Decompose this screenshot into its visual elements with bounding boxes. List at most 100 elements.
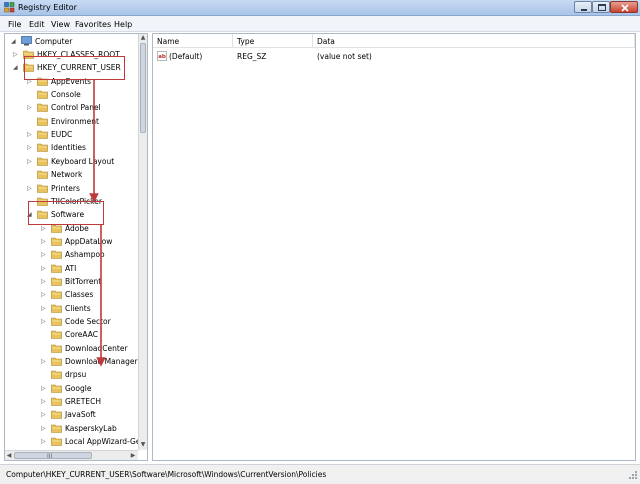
tree-item[interactable]: DownloadCenter xyxy=(5,342,139,355)
tree-item[interactable]: ▷ Keyboard Layout xyxy=(5,155,139,168)
collapsed-arrow-icon[interactable]: ▷ xyxy=(27,158,33,165)
expanded-arrow-icon[interactable]: ◢ xyxy=(11,38,17,45)
tree-item[interactable]: ▷ JavaSoft xyxy=(5,408,139,421)
values-list[interactable]: Name Type Data ab (Default) REG_SZ (valu… xyxy=(152,33,636,461)
scroll-left-icon[interactable]: ◀ xyxy=(5,452,13,460)
tree-item[interactable]: drpsu xyxy=(5,368,139,381)
collapsed-arrow-icon[interactable]: ▷ xyxy=(41,265,47,272)
svg-text:ab: ab xyxy=(158,54,166,60)
tree-item[interactable]: Environment xyxy=(5,115,139,128)
tree-item[interactable]: ▷ GRETECH xyxy=(5,395,139,408)
tree-item[interactable]: ▷ Adobe xyxy=(5,222,139,235)
value-name: (Default) xyxy=(169,52,203,61)
key-tree[interactable]: ◢ Computer ▷ HKEY_CLASSES_ROOT ◢ HKEY_CURRE… xyxy=(4,33,148,461)
tree-item[interactable]: CoreAAC xyxy=(5,328,139,341)
collapsed-arrow-icon[interactable]: ▷ xyxy=(27,144,33,151)
tree-item-computer[interactable]: ◢ Computer xyxy=(5,35,139,48)
expanded-arrow-icon[interactable]: ◢ xyxy=(13,64,19,71)
collapsed-arrow-icon[interactable]: ▷ xyxy=(41,251,47,258)
tree-item[interactable]: ▷ EUDC xyxy=(5,128,139,141)
tree-item[interactable]: ▷ Download Manager xyxy=(5,355,139,368)
tree-item[interactable]: Network xyxy=(5,168,139,181)
folder-icon xyxy=(37,184,48,193)
collapsed-arrow-icon[interactable]: ▷ xyxy=(41,425,47,432)
tree-item-label: Adobe xyxy=(65,223,89,233)
folder-icon xyxy=(37,157,48,166)
collapsed-arrow-icon[interactable]: ▷ xyxy=(41,238,47,245)
tree-item[interactable]: ▷ Classes xyxy=(5,288,139,301)
tree-item[interactable]: ▷ BitTorrent xyxy=(5,275,139,288)
collapsed-arrow-icon[interactable]: ▷ xyxy=(27,78,33,85)
menu-view[interactable]: View xyxy=(51,20,70,29)
resize-grip-icon[interactable] xyxy=(628,470,638,480)
tree-item[interactable]: ◢ Software xyxy=(5,208,139,221)
collapsed-arrow-icon[interactable]: ▷ xyxy=(41,291,47,298)
minimize-button[interactable] xyxy=(574,1,592,13)
tree-item[interactable]: ▷ KasperskyLab xyxy=(5,422,139,435)
tree-vertical-scrollbar[interactable]: ▲ ▼ xyxy=(138,34,147,450)
tree-item[interactable]: ▷ Google xyxy=(5,382,139,395)
menu-help[interactable]: Help xyxy=(114,20,132,29)
tree-item[interactable]: ▷ Code Sector xyxy=(5,315,139,328)
tree-item[interactable]: ▷ Identities xyxy=(5,141,139,154)
tree-item[interactable]: ▷ ATI xyxy=(5,262,139,275)
tree-item[interactable]: ▷ Local AppWizard-Ge xyxy=(5,435,140,448)
collapsed-arrow-icon[interactable]: ▷ xyxy=(41,411,47,418)
collapsed-arrow-icon[interactable]: ▷ xyxy=(41,225,47,232)
scroll-right-icon[interactable]: ▶ xyxy=(129,452,137,460)
collapsed-arrow-icon[interactable]: ▷ xyxy=(13,51,19,58)
collapsed-arrow-icon[interactable]: ▷ xyxy=(27,131,33,138)
column-header-data[interactable]: Data xyxy=(313,34,635,48)
tree-item[interactable]: ▷ Control Panel xyxy=(5,101,139,114)
tree-item[interactable]: ◢ HKEY_CURRENT_USER xyxy=(5,61,139,74)
folder-icon xyxy=(51,371,62,380)
tree-item-label: Classes xyxy=(65,290,94,300)
scroll-thumb[interactable] xyxy=(140,43,146,133)
collapsed-arrow-icon[interactable]: ▷ xyxy=(41,385,47,392)
collapsed-arrow-icon[interactable]: ▷ xyxy=(41,278,47,285)
tree-item[interactable]: ▷ AppEvents xyxy=(5,75,139,88)
folder-icon xyxy=(51,384,62,393)
collapsed-arrow-icon[interactable]: ▷ xyxy=(41,438,47,445)
tree-item[interactable]: ▷ HKEY_CLASSES_ROOT xyxy=(5,48,139,61)
tree-item[interactable]: ▷ Clients xyxy=(5,302,139,315)
column-header-type[interactable]: Type xyxy=(233,34,313,48)
collapsed-arrow-icon[interactable]: ▷ xyxy=(27,104,33,111)
tree-item-label: Identities xyxy=(51,143,86,153)
scroll-grip: III xyxy=(47,453,53,460)
collapsed-arrow-icon[interactable]: ▷ xyxy=(27,185,33,192)
folder-icon xyxy=(23,64,34,73)
maximize-button[interactable] xyxy=(592,1,610,13)
minimize-icon xyxy=(581,9,587,11)
tree-item[interactable]: ▷ AppDataLow xyxy=(5,235,139,248)
column-header-name[interactable]: Name xyxy=(153,34,233,48)
tree-horizontal-scrollbar[interactable]: ◀ III ▶ xyxy=(5,450,138,460)
window-title: Registry Editor xyxy=(18,3,77,12)
string-value-icon: ab xyxy=(157,51,167,61)
tree-item[interactable]: Console xyxy=(5,88,139,101)
folder-icon xyxy=(51,290,62,300)
expanded-arrow-icon[interactable]: ◢ xyxy=(27,211,33,218)
scroll-thumb[interactable]: III xyxy=(14,452,92,460)
menu-file[interactable]: File xyxy=(8,20,21,29)
scroll-down-icon[interactable]: ▼ xyxy=(140,441,146,449)
tree-item-label: Google xyxy=(65,383,92,393)
tree-item[interactable]: ▷ Printers xyxy=(5,182,139,195)
collapsed-arrow-icon[interactable]: ▷ xyxy=(41,398,47,405)
collapsed-arrow-icon[interactable]: ▷ xyxy=(41,318,47,325)
value-type: REG_SZ xyxy=(237,52,267,61)
folder-icon xyxy=(51,237,62,246)
table-row[interactable]: ab (Default) REG_SZ (value not set) xyxy=(153,50,635,63)
tree-item-label: Ashampoo xyxy=(65,250,105,260)
menu-edit[interactable]: Edit xyxy=(29,20,45,29)
tree-item[interactable]: ▷ Ashampoo xyxy=(5,248,139,261)
close-button[interactable] xyxy=(610,1,638,13)
menu-favorites[interactable]: Favorites xyxy=(75,20,111,29)
folder-icon xyxy=(51,424,62,433)
tree-item[interactable]: TIIColorPicker xyxy=(5,195,139,208)
folder-icon xyxy=(51,317,62,326)
current-key-path: Computer\HKEY_CURRENT_USER\Software\Micr… xyxy=(6,470,327,479)
scroll-up-icon[interactable]: ▲ xyxy=(140,34,146,42)
collapsed-arrow-icon[interactable]: ▷ xyxy=(41,358,47,365)
collapsed-arrow-icon[interactable]: ▷ xyxy=(41,305,47,312)
